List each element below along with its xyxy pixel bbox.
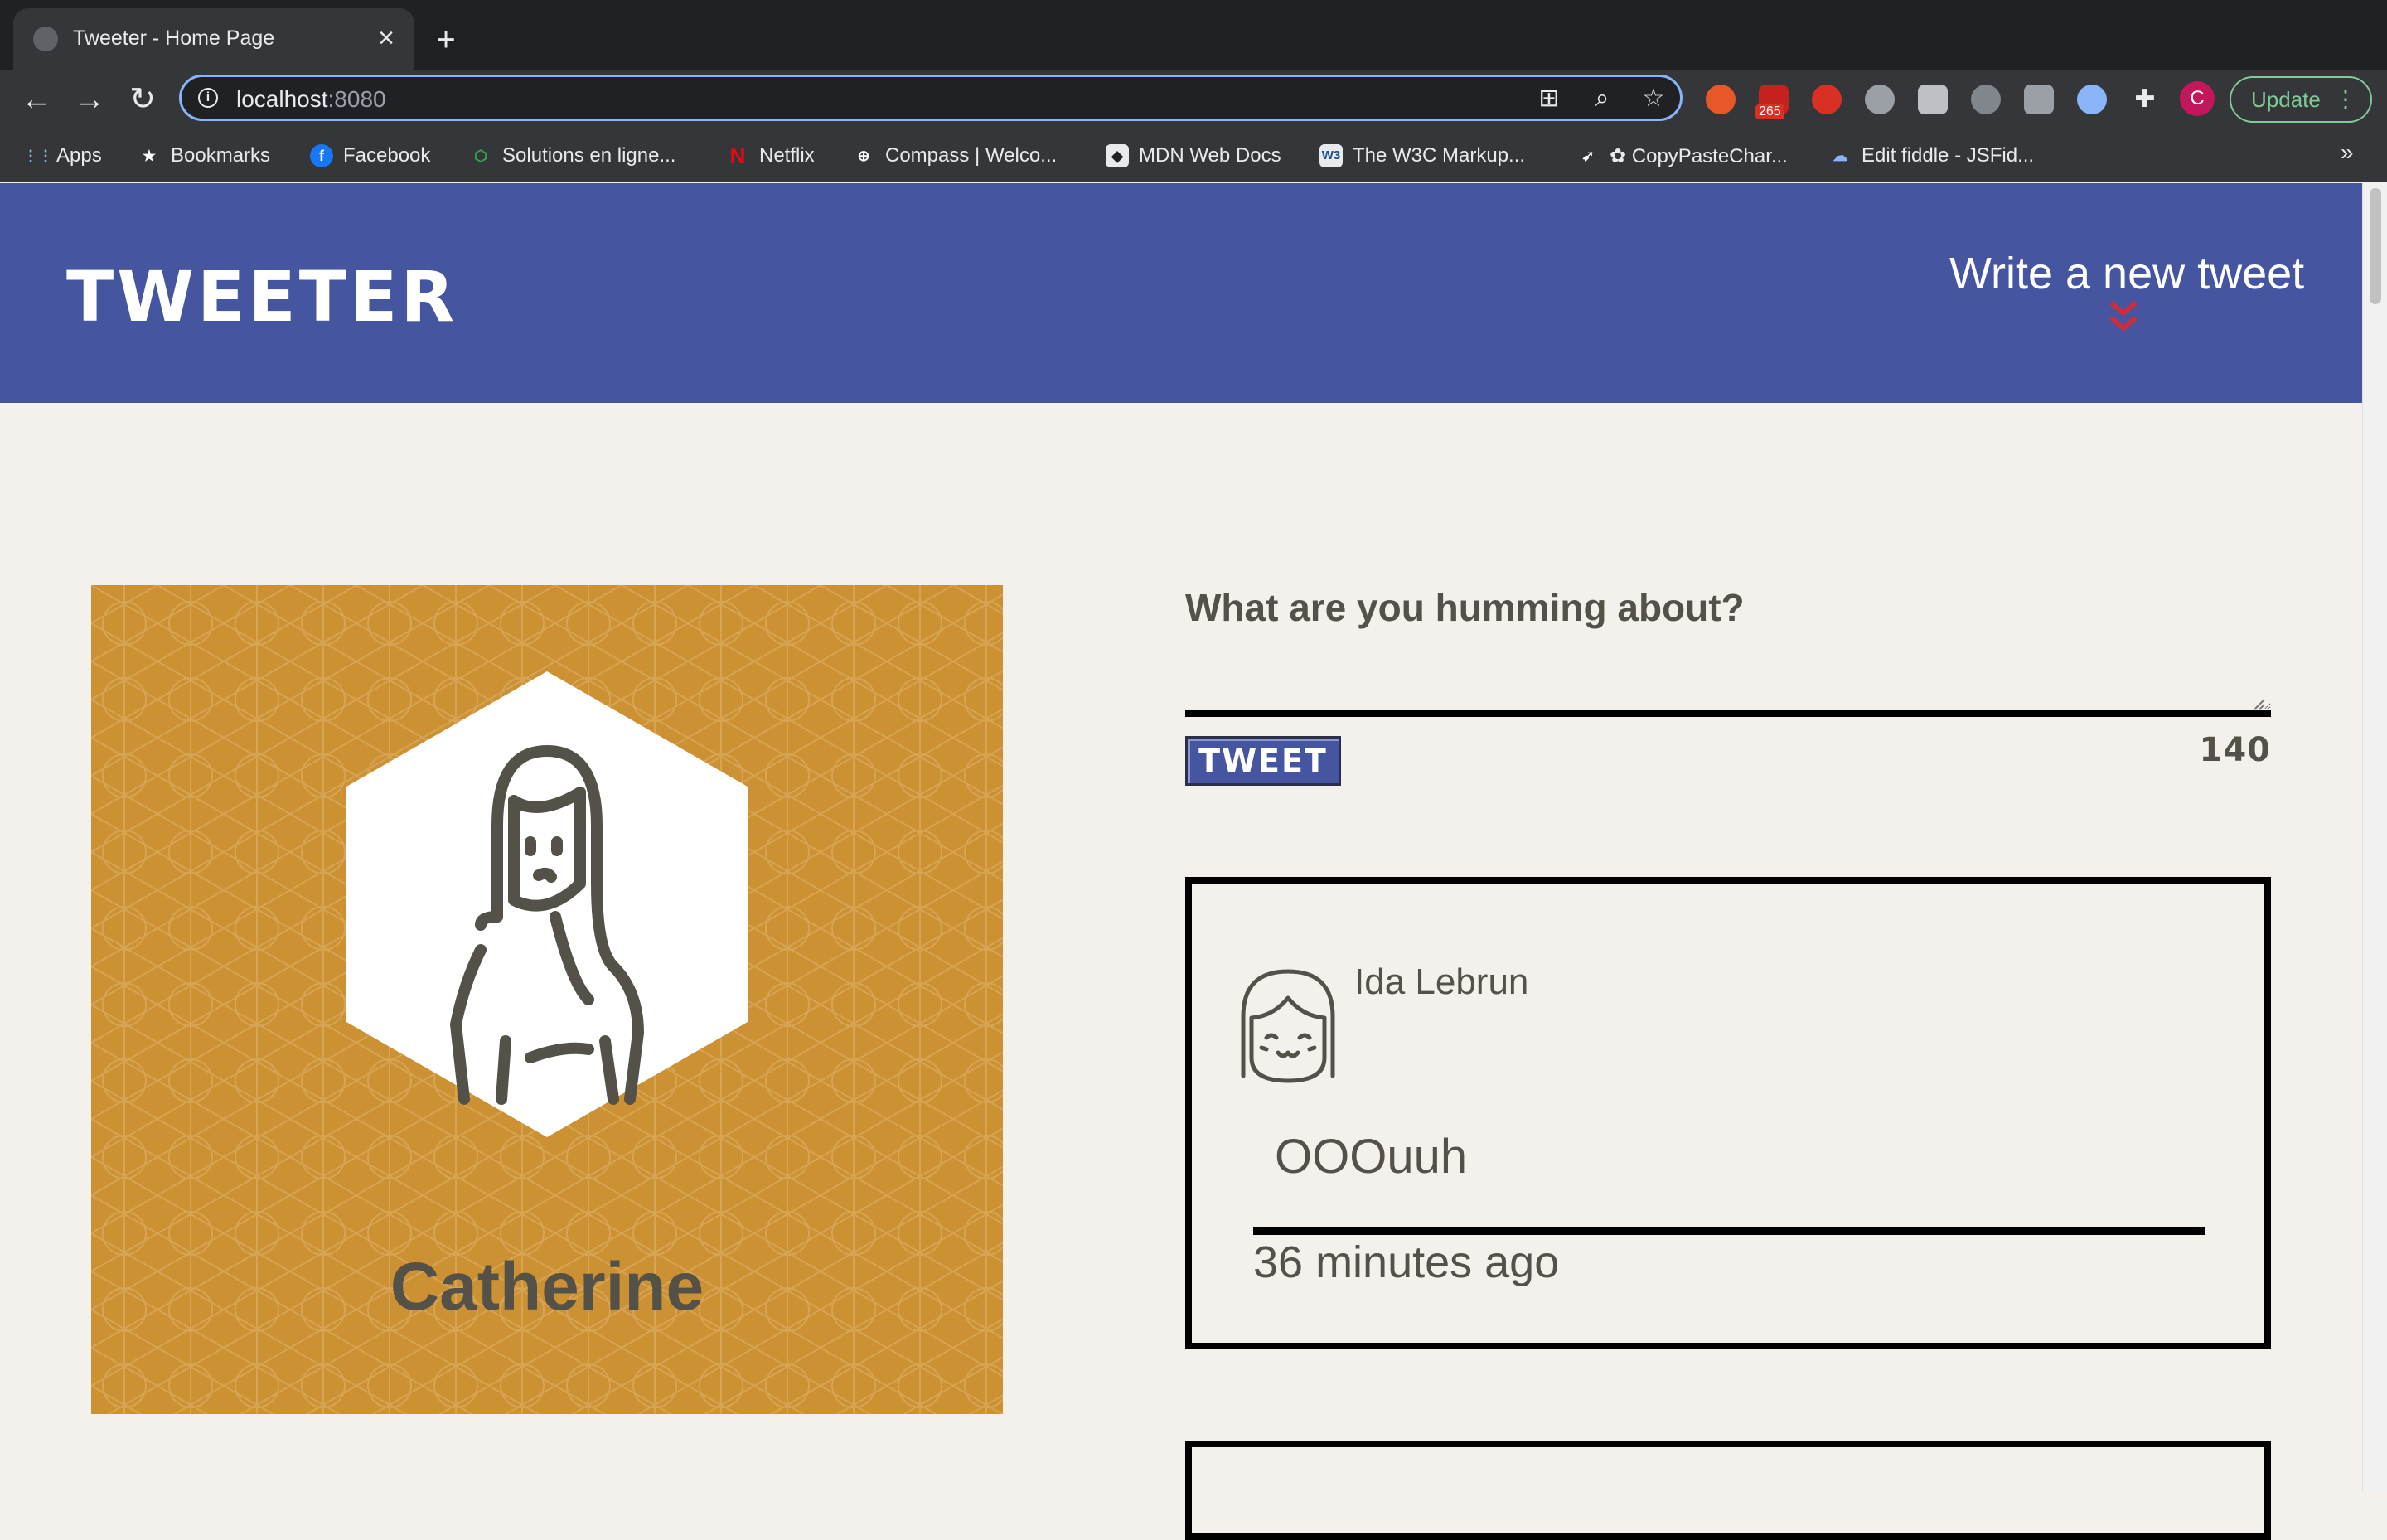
puzzle-extensions-icon[interactable]: ✚ bbox=[2130, 85, 2160, 114]
profile-card: Catherine bbox=[91, 585, 1003, 1414]
zoom-icon[interactable]: ⌕ bbox=[1587, 84, 1617, 114]
mdn-icon: ◆ bbox=[1106, 144, 1129, 167]
tweet-textarea[interactable] bbox=[1185, 642, 2271, 717]
extension-icon[interactable] bbox=[1918, 85, 1948, 114]
bookmark-label: Netflix bbox=[759, 144, 815, 167]
double-chevron-down-icon[interactable] bbox=[2109, 299, 2138, 336]
write-new-tweet-link[interactable]: Write a new tweet bbox=[1949, 248, 2304, 299]
bookmark-label: Apps bbox=[56, 144, 102, 167]
tweet-card bbox=[1185, 1441, 2271, 1540]
bookmark-label: Compass | Welco... bbox=[885, 144, 1058, 167]
qr-code-icon[interactable]: ⊞ bbox=[1534, 84, 1564, 114]
composer-label: What are you humming about? bbox=[1185, 586, 1745, 629]
extension-dot-icon[interactable] bbox=[1971, 85, 2001, 114]
extension-alert-icon[interactable] bbox=[1706, 85, 1736, 114]
bookmark-label: Solutions en ligne... bbox=[502, 144, 676, 167]
profile-avatar[interactable]: C bbox=[2180, 81, 2215, 116]
cursor-icon: ➹ bbox=[1581, 148, 1595, 164]
url-host: localhost bbox=[236, 86, 328, 112]
bookmark-mdn[interactable]: ◆ MDN Web Docs bbox=[1106, 141, 1281, 171]
menu-dots-icon: ⋮ bbox=[2334, 86, 2357, 112]
bookmark-star-icon[interactable]: ☆ bbox=[1639, 84, 1668, 114]
close-tab-icon[interactable]: × bbox=[368, 20, 404, 56]
tweet-timestamp: 36 minutes ago bbox=[1253, 1237, 1560, 1287]
browser-toolbar: ← → ↻ i localhost:8080 ⊞ ⌕ ☆ 265 ✚ C Upd… bbox=[0, 70, 2387, 129]
site-logo: TWEETER bbox=[66, 256, 458, 337]
bookmark-compass[interactable]: ⊕ Compass | Welco... bbox=[852, 141, 1057, 171]
w3c-icon: W3 bbox=[1319, 144, 1343, 167]
tweet-button[interactable]: TWEET bbox=[1185, 736, 1341, 786]
extension-badge: 265 bbox=[1755, 104, 1784, 119]
bookmark-label: Facebook bbox=[343, 144, 431, 167]
hexagon-icon: ⬡ bbox=[474, 148, 487, 164]
info-icon[interactable]: i bbox=[198, 88, 218, 108]
star-icon: ★ bbox=[142, 148, 157, 164]
tweet-card: Ida Lebrun OOOuuh 36 minutes ago bbox=[1185, 877, 2271, 1349]
bookmark-label: The W3C Markup... bbox=[1353, 144, 1526, 167]
site-header: TWEETER Write a new tweet bbox=[0, 183, 2362, 403]
apps-grid-icon: ⋮⋮ bbox=[23, 148, 53, 164]
profile-name: Catherine bbox=[390, 1249, 704, 1324]
update-button[interactable]: Update ⋮ bbox=[2230, 76, 2372, 123]
bookmarks-bar: ⋮⋮ Apps ★ Bookmarks f Facebook ⬡ Solutio… bbox=[0, 129, 2387, 182]
address-bar[interactable]: i localhost:8080 ⊞ ⌕ ☆ bbox=[179, 75, 1683, 121]
netflix-icon: N bbox=[729, 143, 746, 168]
url-text: localhost:8080 bbox=[236, 86, 386, 113]
jsfiddle-icon: ☁ bbox=[1833, 148, 1847, 164]
lightbulb-extension-icon[interactable] bbox=[1865, 85, 1895, 114]
facebook-icon: f bbox=[310, 144, 333, 167]
forward-arrow-icon[interactable]: → bbox=[71, 81, 108, 118]
compass-icon: ⊕ bbox=[857, 148, 870, 164]
bookmark-label: ✿ CopyPasteChar... bbox=[1610, 144, 1788, 167]
tweet-text: OOOuuh bbox=[1275, 1130, 1468, 1184]
tab-title: Tweeter - Home Page bbox=[73, 27, 275, 50]
page-scrollbar[interactable] bbox=[2362, 183, 2387, 1492]
bookmark-copypaste[interactable]: ➹ ✿ CopyPasteChar... bbox=[1576, 141, 1788, 171]
resize-grip-icon[interactable] bbox=[2253, 698, 2266, 711]
extension-ring-icon[interactable] bbox=[2077, 85, 2107, 114]
browser-tab[interactable]: Tweeter - Home Page × bbox=[13, 8, 414, 70]
bookmark-netflix[interactable]: N Netflix bbox=[726, 141, 815, 171]
character-counter: 140 bbox=[2199, 731, 2271, 769]
bookmark-solutions[interactable]: ⬡ Solutions en ligne... bbox=[469, 141, 675, 171]
adblock-extension-icon[interactable] bbox=[1812, 85, 1842, 114]
bookmark-bookmarks[interactable]: ★ Bookmarks bbox=[138, 141, 270, 171]
globe-icon bbox=[33, 27, 58, 51]
back-arrow-icon[interactable]: ← bbox=[18, 81, 55, 118]
user-avatar bbox=[1241, 969, 1335, 1083]
update-label: Update bbox=[2251, 87, 2321, 112]
bookmark-w3c[interactable]: W3 The W3C Markup... bbox=[1319, 141, 1525, 171]
bookmark-label: Bookmarks bbox=[171, 144, 271, 167]
reload-icon[interactable]: ↻ bbox=[124, 81, 161, 118]
bookmark-label: MDN Web Docs bbox=[1139, 144, 1281, 167]
bookmarks-overflow-button[interactable]: » bbox=[2341, 139, 2354, 166]
url-port: :8080 bbox=[327, 86, 386, 112]
extension-k-icon[interactable] bbox=[2024, 85, 2054, 114]
profile-avatar-hexagon bbox=[346, 671, 748, 1137]
scrollbar-thumb[interactable] bbox=[2370, 188, 2381, 304]
tweet-divider bbox=[1253, 1227, 2205, 1235]
bookmark-jsfiddle[interactable]: ☁ Edit fiddle - JSFid... bbox=[1828, 141, 2034, 171]
tweet-author: Ida Lebrun bbox=[1354, 961, 1529, 1002]
new-tab-icon[interactable]: + bbox=[428, 22, 464, 58]
browser-tab-strip: Tweeter - Home Page × + bbox=[0, 0, 2387, 70]
bookmark-label: Edit fiddle - JSFid... bbox=[1862, 144, 2035, 167]
bookmark-facebook[interactable]: f Facebook bbox=[310, 141, 430, 171]
bookmark-apps[interactable]: ⋮⋮ Apps bbox=[23, 141, 102, 171]
